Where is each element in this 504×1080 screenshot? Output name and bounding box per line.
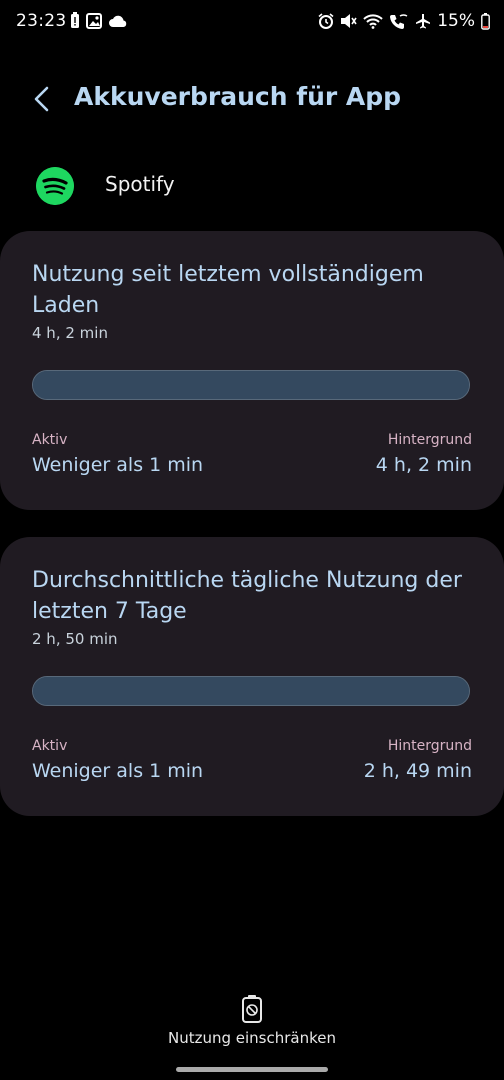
daily-average-card: Durchschnittliche tägliche Nutzung der l… bbox=[0, 537, 504, 816]
usage-bar bbox=[32, 370, 470, 400]
background-value: 2 h, 49 min bbox=[363, 760, 472, 782]
restrict-usage-button[interactable]: Nutzung einschränken bbox=[0, 1029, 504, 1047]
usage-bar-fill bbox=[33, 677, 469, 705]
wifi-calling-icon bbox=[390, 14, 408, 29]
usage-since-charge-card: Nutzung seit letztem vollständigem Laden… bbox=[0, 231, 504, 510]
usage-bar-fill bbox=[33, 371, 469, 399]
background-value: 4 h, 2 min bbox=[375, 454, 472, 476]
airplane-icon bbox=[416, 14, 431, 29]
background-label: Hintergrund bbox=[387, 432, 472, 448]
battery-percent: 15% bbox=[437, 11, 475, 31]
spotify-icon bbox=[36, 167, 74, 205]
active-label: Aktiv bbox=[32, 738, 68, 754]
status-bar: 23:23 15% bbox=[0, 0, 504, 44]
mute-icon bbox=[341, 14, 357, 28]
app-name: Spotify bbox=[105, 172, 175, 196]
card-total-usage: 4 h, 2 min bbox=[32, 324, 108, 342]
status-left-icons bbox=[70, 12, 128, 29]
wifi-icon bbox=[363, 14, 383, 29]
battery-icon bbox=[481, 12, 490, 30]
cloud-icon bbox=[109, 15, 127, 27]
status-right-icons: 15% bbox=[318, 11, 490, 31]
image-icon bbox=[86, 12, 102, 29]
usage-bar bbox=[32, 676, 470, 706]
active-value: Weniger als 1 min bbox=[32, 454, 204, 476]
card-total-usage: 2 h, 50 min bbox=[32, 630, 118, 648]
page-title: Akkuverbrauch für App bbox=[74, 82, 402, 111]
card-heading: Nutzung seit letztem vollständigem Laden bbox=[32, 262, 424, 318]
active-value: Weniger als 1 min bbox=[32, 760, 204, 782]
battery-alert-icon bbox=[71, 12, 79, 28]
status-time: 23:23 bbox=[16, 11, 67, 31]
battery-restrict-icon[interactable] bbox=[240, 994, 264, 1024]
navigation-handle[interactable] bbox=[176, 1067, 328, 1072]
card-heading: Durchschnittliche tägliche Nutzung der l… bbox=[32, 568, 462, 624]
back-arrow-icon[interactable] bbox=[30, 84, 56, 114]
active-label: Aktiv bbox=[32, 432, 68, 448]
alarm-icon bbox=[318, 13, 334, 29]
background-label: Hintergrund bbox=[387, 738, 472, 754]
